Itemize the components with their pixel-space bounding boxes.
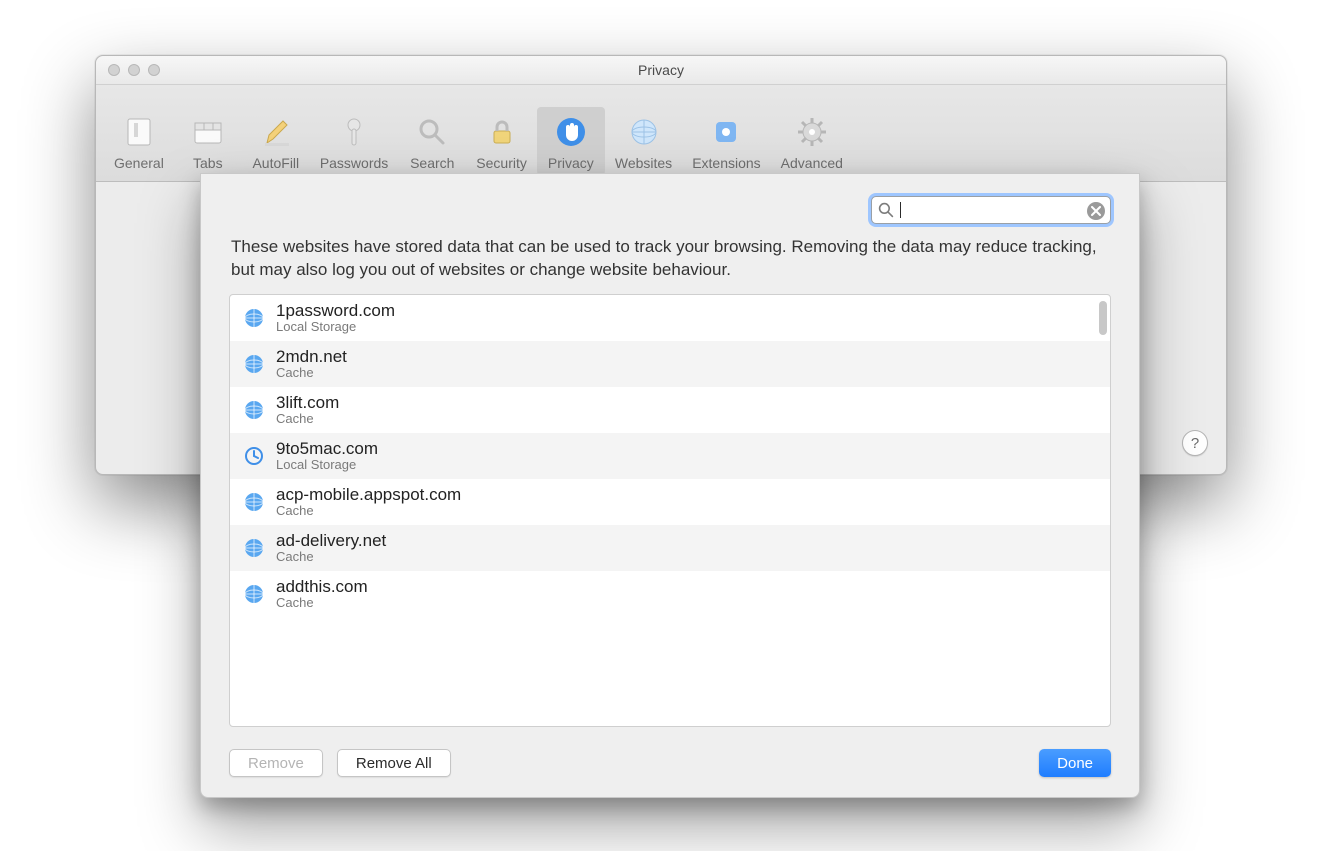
manage-website-data-sheet: These websites have stored data that can…: [200, 173, 1140, 798]
website-detail: Cache: [276, 366, 347, 381]
clock-icon: [244, 446, 264, 466]
website-row[interactable]: 3lift.comCache: [230, 387, 1110, 433]
tab-label: Websites: [615, 155, 672, 171]
gear-icon: [792, 113, 832, 151]
remove-button[interactable]: Remove: [229, 749, 323, 777]
tab-label: Passwords: [320, 155, 388, 171]
website-detail: Local Storage: [276, 320, 395, 335]
globe-icon: [244, 584, 264, 604]
globe-icon: [244, 492, 264, 512]
website-domain: addthis.com: [276, 577, 368, 597]
clear-search-button[interactable]: [1087, 202, 1105, 220]
tab-advanced[interactable]: Advanced: [771, 107, 853, 175]
lock-icon: [482, 113, 522, 151]
website-domain: 9to5mac.com: [276, 439, 378, 459]
done-button[interactable]: Done: [1039, 749, 1111, 777]
globe-icon: [244, 538, 264, 558]
tab-search[interactable]: Search: [398, 107, 466, 175]
preferences-toolbar: General Tabs AutoFill Passwords: [96, 85, 1226, 182]
tab-label: Search: [410, 155, 454, 171]
tab-passwords[interactable]: Passwords: [310, 107, 398, 175]
description-text: These websites have stored data that can…: [231, 236, 1109, 282]
website-detail: Cache: [276, 596, 368, 611]
key-icon: [334, 113, 374, 151]
tab-label: Extensions: [692, 155, 760, 171]
website-row[interactable]: addthis.comCache: [230, 571, 1110, 617]
tab-label: Privacy: [548, 155, 594, 171]
search-field[interactable]: [871, 196, 1111, 224]
sheet-footer: Remove Remove All Done: [229, 749, 1111, 777]
hand-icon: [551, 113, 591, 151]
tab-label: Tabs: [193, 155, 223, 171]
tab-autofill[interactable]: AutoFill: [242, 107, 310, 175]
remove-all-button[interactable]: Remove All: [337, 749, 451, 777]
magnifying-glass-icon: [412, 113, 452, 151]
tab-label: Security: [476, 155, 527, 171]
tab-general[interactable]: General: [104, 107, 174, 175]
website-detail: Cache: [276, 550, 386, 565]
website-detail: Local Storage: [276, 458, 378, 473]
help-button[interactable]: ?: [1182, 430, 1208, 456]
website-detail: Cache: [276, 504, 461, 519]
search-icon: [878, 202, 894, 218]
globe-icon: [244, 308, 264, 328]
tab-extensions[interactable]: Extensions: [682, 107, 770, 175]
website-domain: 1password.com: [276, 301, 395, 321]
puzzle-icon: [706, 113, 746, 151]
switch-icon: [119, 113, 159, 151]
tab-security[interactable]: Security: [466, 107, 537, 175]
tabs-icon: [188, 113, 228, 151]
website-row[interactable]: 2mdn.netCache: [230, 341, 1110, 387]
tab-label: Advanced: [781, 155, 843, 171]
globe-icon: [244, 400, 264, 420]
tab-websites[interactable]: Websites: [605, 107, 682, 175]
tab-tabs[interactable]: Tabs: [174, 107, 242, 175]
search-bar: [871, 196, 1111, 224]
pencil-icon: [256, 113, 296, 151]
tab-label: General: [114, 155, 164, 171]
window-title: Privacy: [96, 56, 1226, 84]
website-row[interactable]: acp-mobile.appspot.comCache: [230, 479, 1110, 525]
scrollbar-thumb[interactable]: [1099, 301, 1107, 335]
website-detail: Cache: [276, 412, 339, 427]
website-list: 1password.comLocal Storage2mdn.netCache3…: [229, 294, 1111, 727]
tab-privacy[interactable]: Privacy: [537, 107, 605, 175]
website-domain: acp-mobile.appspot.com: [276, 485, 461, 505]
website-list-scroll[interactable]: 1password.comLocal Storage2mdn.netCache3…: [230, 295, 1110, 726]
website-row[interactable]: 1password.comLocal Storage: [230, 295, 1110, 341]
close-icon: [1091, 206, 1101, 216]
website-domain: 2mdn.net: [276, 347, 347, 367]
website-row[interactable]: ad-delivery.netCache: [230, 525, 1110, 571]
website-domain: 3lift.com: [276, 393, 339, 413]
website-domain: ad-delivery.net: [276, 531, 386, 551]
tab-label: AutoFill: [252, 155, 299, 171]
globe-icon: [244, 354, 264, 374]
website-row[interactable]: 9to5mac.comLocal Storage: [230, 433, 1110, 479]
globe-icon: [624, 113, 664, 151]
titlebar: Privacy: [96, 56, 1226, 85]
